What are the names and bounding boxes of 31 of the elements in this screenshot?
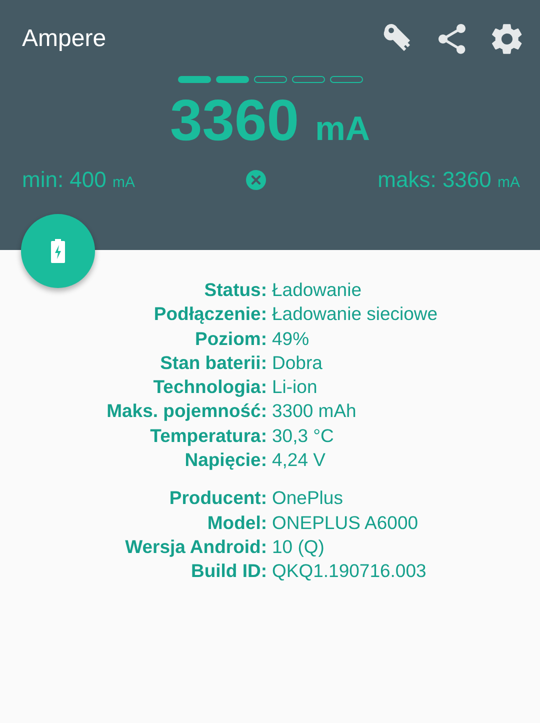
info-label: Status: [203, 278, 267, 302]
info-value: 30,3 °C [272, 424, 334, 448]
reset-icon[interactable] [246, 170, 266, 190]
info-label: Producent: [168, 486, 267, 510]
app-title: Ampere [22, 25, 106, 53]
current-reading: 3360 mA [169, 89, 371, 155]
info-value: Li-ion [272, 375, 318, 400]
max-reading: maks: 3360 mA [378, 167, 520, 193]
min-reading: min: 400 mA [22, 167, 135, 193]
info-value: Ładowanie [272, 278, 362, 302]
battery-fab-button[interactable] [21, 214, 95, 288]
info-label: Poziom: [194, 326, 267, 351]
info-label: Technologia: [152, 375, 267, 400]
info-label: Maks. pojemność: [106, 399, 267, 424]
info-value: ONEPLUS A6000 [272, 510, 418, 535]
info-value: 10 (Q) [272, 534, 324, 559]
info-value: Ładowanie sieciowe [272, 302, 438, 326]
battery-charging-icon [51, 239, 65, 263]
info-value: 49% [272, 326, 310, 351]
info-label: Stan baterii: [159, 350, 267, 375]
info-label: Wersja Android: [124, 534, 267, 559]
info-label: Model: [206, 510, 267, 535]
info-label: Build ID: [190, 559, 267, 584]
info-value: QKQ1.190716.003 [272, 559, 426, 584]
info-value: 3300 mAh [272, 399, 356, 424]
info-value: OnePlus [272, 486, 343, 510]
info-label: Podłączenie: [152, 302, 267, 326]
info-value: Dobra [272, 350, 322, 375]
info-label: Temperatura: [149, 424, 267, 448]
info-value: 4,24 V [272, 448, 326, 472]
info-label: Napięcie: [184, 448, 267, 472]
